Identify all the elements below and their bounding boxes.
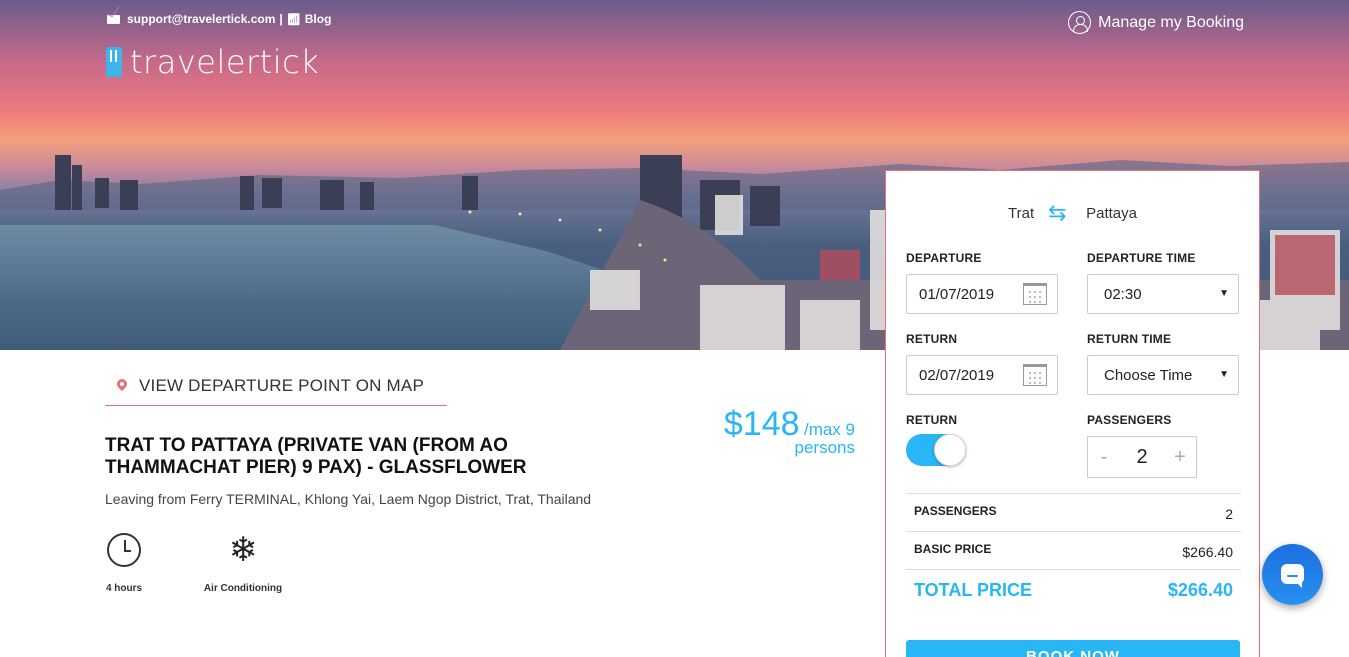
return-time-label: RETURN TIME [1087,332,1172,346]
total-price-value: $266.40 [1167,580,1233,600]
blog-link[interactable]: Blog [305,12,332,26]
departure-time-value: 02:30 [1104,285,1142,303]
map-link-label: VIEW DEPARTURE POINT ON MAP [139,375,424,395]
route-to: Pattaya [1086,205,1137,222]
return-time-value: Choose Time [1104,366,1193,384]
trip-title: TRAT TO PATTAYA (PRIVATE VAN (FROM AO TH… [105,435,527,478]
chat-launcher-button[interactable] [1262,544,1323,605]
feature-duration: 4 hours [104,533,144,594]
departure-label: DEPARTURE [906,251,982,265]
support-email-link[interactable]: support@travelertick.com [127,12,275,26]
route-from: Trat [1008,205,1035,222]
passengers-label: PASSENGERS [1087,413,1172,427]
summary-basic-price-row: BASIC PRICE $266.40 [906,531,1241,569]
price-amount: $148 [723,405,800,443]
feature-air-conditioning: ❄ Air Conditioning [198,533,288,594]
passengers-count[interactable]: 2 [1136,446,1147,469]
rss-icon: 📶︎ [286,13,301,26]
snowflake-icon: ❄ [228,531,258,569]
chat-bubble-icon [1281,564,1304,588]
logo-text: travelertick [130,43,320,81]
separator: | [279,12,283,26]
map-pin-icon [117,379,127,392]
passengers-stepper: - 2 + [1087,436,1197,478]
departure-date-value: 01/07/2019 [919,285,995,303]
return-label: RETURN [906,332,958,346]
basic-price-value: $266.40 [1182,544,1233,560]
return-toggle-label: RETURN [906,413,958,427]
summary-passengers-value: 2 [1225,506,1233,522]
logo-icon [106,47,122,77]
book-now-button[interactable]: BOOK NOW [906,640,1240,657]
minus-button[interactable]: - [1096,446,1112,469]
manage-booking-label: Manage my Booking [1098,13,1244,31]
toggle-knob [934,434,966,466]
calendar-icon[interactable] [1023,364,1047,386]
departure-time-select[interactable]: 02:30 ▼ [1087,274,1239,314]
summary-passengers-label: PASSENGERS [914,504,997,518]
manage-booking-link[interactable]: Manage my Booking [1068,11,1244,34]
user-icon [1068,11,1092,34]
swap-icon[interactable] [1048,200,1072,226]
return-time-select[interactable]: Choose Time ▼ [1087,355,1239,395]
site-logo[interactable]: travelertick [106,43,319,81]
departure-time-label: DEPARTURE TIME [1087,251,1196,265]
calendar-icon[interactable] [1023,283,1047,305]
basic-price-label: BASIC PRICE [914,542,992,556]
return-date-field[interactable]: 02/07/2019 [906,355,1058,395]
price-unit: /max 9 [803,420,855,439]
chevron-down-icon: ▼ [1219,369,1229,380]
summary-passengers-row: PASSENGERS 2 [906,493,1241,531]
feature-ac-label: Air Conditioning [203,583,283,594]
return-toggle[interactable] [906,434,966,466]
summary-total-row: TOTAL PRICE $266.40 [906,569,1241,611]
departure-date-field[interactable]: 01/07/2019 [906,274,1058,314]
mail-icon [107,14,120,24]
total-price-label: TOTAL PRICE [914,580,1033,600]
clock-icon [107,533,141,567]
route-header: Trat Pattaya [886,200,1259,226]
plus-button[interactable]: + [1172,446,1188,469]
booking-panel: Trat Pattaya DEPARTURE 01/07/2019 DEPART… [885,170,1260,657]
top-contact-bar: support@travelertick.com | 📶︎ Blog [107,12,331,26]
return-date-value: 02/07/2019 [919,366,995,384]
trip-price: $148 /max 9 persons [724,405,855,458]
chevron-down-icon: ▼ [1219,288,1229,299]
feature-duration-label: 4 hours [105,583,143,594]
view-departure-map-link[interactable]: VIEW DEPARTURE POINT ON MAP [105,366,447,406]
trip-departure-location: Leaving from Ferry TERMINAL, Khlong Yai,… [105,491,592,507]
